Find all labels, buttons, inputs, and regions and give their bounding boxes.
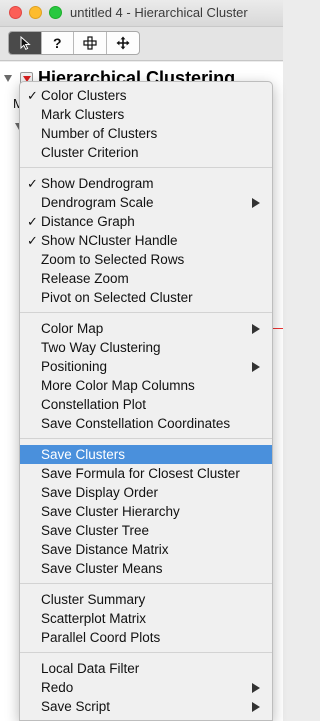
grabber-tool-icon [116, 36, 130, 50]
menu-item-cluster-summary[interactable]: Cluster Summary [20, 590, 272, 609]
menu-item-release-zoom[interactable]: Release Zoom [20, 269, 272, 288]
menu-item-label: Local Data Filter [41, 661, 140, 676]
menu-separator [20, 647, 272, 659]
menu-item-show-ncluster-handle[interactable]: ✓ Show NCluster Handle [20, 231, 272, 250]
submenu-arrow-icon [252, 683, 260, 693]
menu-item-label: Mark Clusters [41, 107, 125, 122]
menu-item-label: Release Zoom [41, 271, 129, 286]
menu-item-label: More Color Map Columns [41, 378, 195, 393]
menu-item-zoom-to-selected-rows[interactable]: Zoom to Selected Rows [20, 250, 272, 269]
arrow-tool-button[interactable] [9, 32, 42, 54]
menu-item-label: Color Clusters [41, 88, 127, 103]
menu-item-mark-clusters[interactable]: Mark Clusters [20, 105, 272, 124]
menu-item-label: Cluster Summary [41, 592, 146, 607]
menu-item-label: Save Script [41, 699, 111, 714]
menu-item-label: Save Constellation Coordinates [41, 416, 231, 431]
menu-item-label: Save Clusters [41, 447, 126, 462]
menu-item-local-data-filter[interactable]: Local Data Filter [20, 659, 272, 678]
close-window-button[interactable] [9, 6, 22, 19]
menu-item-show-dendrogram[interactable]: ✓ Show Dendrogram [20, 174, 272, 193]
arrow-tool-icon [20, 36, 31, 50]
tool-selector: ? [8, 31, 140, 55]
menu-item-parallel-coord-plots[interactable]: Parallel Coord Plots [20, 628, 272, 647]
menu-item-distance-graph[interactable]: ✓ Distance Graph [20, 212, 272, 231]
menu-item-label: Distance Graph [41, 214, 135, 229]
checkmark-icon: ✓ [27, 176, 38, 191]
menu-item-more-color-map-columns[interactable]: More Color Map Columns [20, 376, 272, 395]
menu-separator [20, 162, 272, 174]
menu-item-label: Zoom to Selected Rows [41, 252, 185, 267]
menu-item-label: Cluster Criterion [41, 145, 139, 160]
menu-item-label: Show NCluster Handle [41, 233, 178, 248]
menu-item-label: Save Display Order [41, 485, 159, 500]
menu-item-save-display-order[interactable]: Save Display Order [20, 483, 272, 502]
menu-item-save-formula-for-closest-cluster[interactable]: Save Formula for Closest Cluster [20, 464, 272, 483]
menu-item-label: Show Dendrogram [41, 176, 154, 191]
menu-item-save-cluster-hierarchy[interactable]: Save Cluster Hierarchy [20, 502, 272, 521]
checkmark-icon: ✓ [27, 233, 38, 248]
help-tool-button[interactable]: ? [42, 32, 74, 54]
outline-disclosure-icon[interactable] [4, 75, 12, 82]
menu-item-save-cluster-means[interactable]: Save Cluster Means [20, 559, 272, 578]
menu-item-label: Color Map [41, 321, 104, 336]
window-titlebar: untitled 4 - Hierarchical Cluster [0, 0, 283, 27]
menu-separator [20, 433, 272, 445]
grabber-tool-button[interactable] [107, 32, 139, 54]
menu-item-label: Save Distance Matrix [41, 542, 169, 557]
menu-item-color-clusters[interactable]: ✓ Color Clusters [20, 86, 272, 105]
help-tool-icon: ? [52, 35, 62, 51]
menu-separator [20, 578, 272, 590]
crosshair-tool-icon [83, 36, 97, 50]
submenu-arrow-icon [252, 324, 260, 334]
window-title: untitled 4 - Hierarchical Cluster [70, 5, 248, 20]
menu-item-dendrogram-scale[interactable]: Dendrogram Scale [20, 193, 272, 212]
menu-item-constellation-plot[interactable]: Constellation Plot [20, 395, 272, 414]
toolbar: ? [0, 27, 283, 61]
menu-item-label: Scatterplot Matrix [41, 611, 147, 626]
menu-item-label: Pivot on Selected Cluster [41, 290, 193, 305]
menu-item-label: Save Cluster Tree [41, 523, 150, 538]
menu-separator [20, 307, 272, 319]
minimize-window-button[interactable] [29, 6, 42, 19]
menu-item-pivot-on-selected-cluster[interactable]: Pivot on Selected Cluster [20, 288, 272, 307]
menu-item-label: Two Way Clustering [41, 340, 161, 355]
crosshair-tool-button[interactable] [74, 32, 107, 54]
menu-item-label: Save Formula for Closest Cluster [41, 466, 240, 481]
zoom-window-button[interactable] [49, 6, 62, 19]
red-triangle-popup-menu: ✓ Color Clusters Mark Clusters Number of Cl… [19, 81, 273, 721]
menu-item-cluster-criterion[interactable]: Cluster Criterion [20, 143, 272, 162]
cluster-cut-line [272, 328, 283, 329]
menu-item-positioning[interactable]: Positioning [20, 357, 272, 376]
submenu-arrow-icon [252, 702, 260, 712]
menu-item-label: Save Cluster Means [41, 561, 163, 576]
submenu-arrow-icon [252, 198, 260, 208]
menu-item-label: Constellation Plot [41, 397, 147, 412]
menu-item-label: Save Cluster Hierarchy [41, 504, 180, 519]
menu-item-save-constellation-coordinates[interactable]: Save Constellation Coordinates [20, 414, 272, 433]
menu-item-save-clusters[interactable]: Save Clusters [20, 445, 272, 464]
menu-item-two-way-clustering[interactable]: Two Way Clustering [20, 338, 272, 357]
menu-item-redo[interactable]: Redo [20, 678, 272, 697]
menu-item-save-cluster-tree[interactable]: Save Cluster Tree [20, 521, 272, 540]
menu-item-save-distance-matrix[interactable]: Save Distance Matrix [20, 540, 272, 559]
submenu-arrow-icon [252, 362, 260, 372]
menu-item-number-of-clusters[interactable]: Number of Clusters [20, 124, 272, 143]
menu-item-color-map[interactable]: Color Map [20, 319, 272, 338]
menu-item-label: Parallel Coord Plots [41, 630, 161, 645]
menu-item-label: Positioning [41, 359, 108, 374]
menu-item-label: Redo [41, 680, 74, 695]
menu-item-save-script[interactable]: Save Script [20, 697, 272, 716]
checkmark-icon: ✓ [27, 214, 38, 229]
checkmark-icon: ✓ [27, 88, 38, 103]
menu-item-scatterplot-matrix[interactable]: Scatterplot Matrix [20, 609, 272, 628]
menu-item-label: Number of Clusters [41, 126, 158, 141]
menu-item-label: Dendrogram Scale [41, 195, 154, 210]
